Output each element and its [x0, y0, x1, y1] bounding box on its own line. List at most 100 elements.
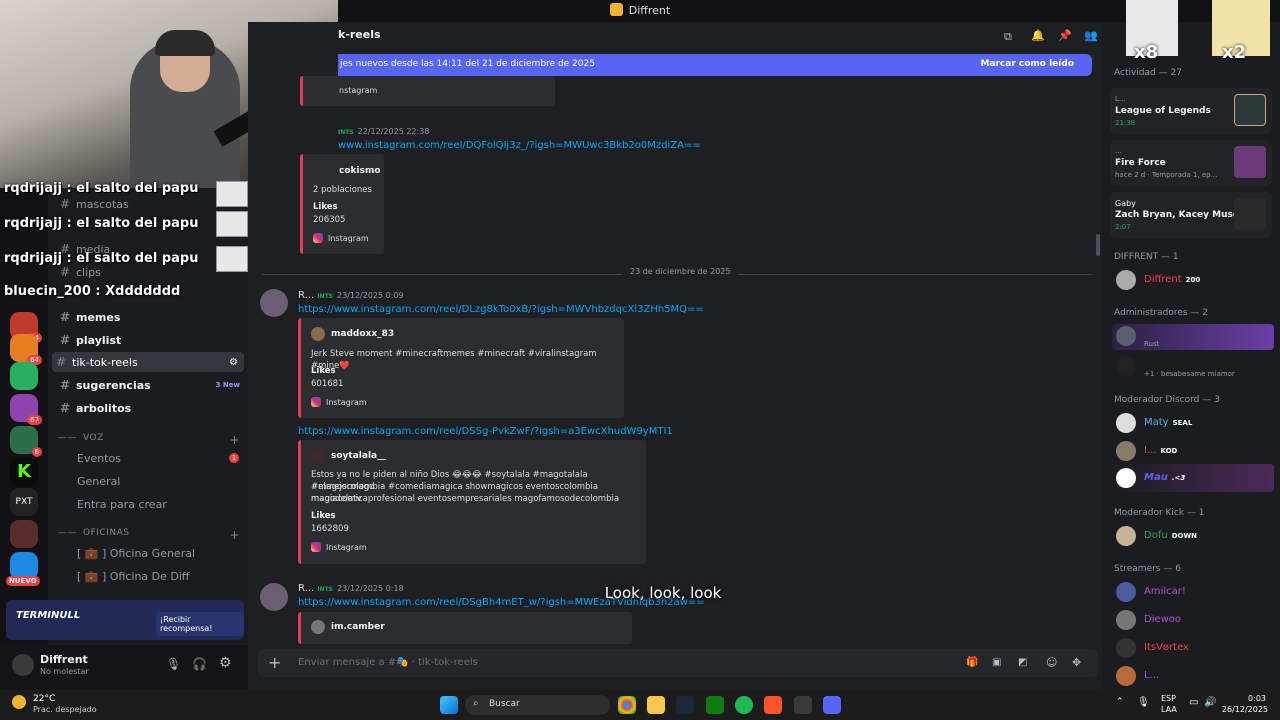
activity-user: ... — [1115, 147, 1122, 155]
hash-icon: # — [60, 378, 71, 392]
claim-reward-button[interactable]: ¡Recibir recompensa! — [156, 612, 244, 636]
member-item[interactable]: Rust — [1116, 326, 1276, 348]
settings-icon[interactable]: ⚙ — [219, 655, 232, 671]
member-name: Diffrent 200 — [1144, 274, 1201, 285]
embed-author-avatar — [311, 327, 325, 341]
add-channel-icon[interactable]: + — [229, 528, 240, 542]
activity-card[interactable]: ... Fire Force hace 2 d · Temporada 1, e… — [1110, 140, 1272, 186]
emoji-icon[interactable]: ☺ — [1046, 656, 1057, 669]
chevron-up-icon[interactable]: ⌃ — [1116, 697, 1124, 707]
member-item[interactable]: ItsVørtex — [1116, 638, 1276, 660]
avatar[interactable] — [260, 289, 288, 317]
member-item[interactable]: Mau .<3 — [1116, 468, 1276, 490]
sticker-icon[interactable]: ◩ — [1018, 657, 1027, 668]
file-explorer-icon[interactable] — [647, 696, 665, 714]
voice-category[interactable]: —— VOZ + — [58, 433, 240, 447]
hash-icon: # — [60, 310, 71, 324]
embed-field-name: Likes — [311, 511, 336, 521]
show-cover-icon — [1234, 146, 1266, 178]
scrollbar-thumb[interactable] — [1096, 234, 1100, 256]
network-icon[interactable]: ▭ — [1189, 697, 1198, 708]
member-badge: .<3 — [1171, 474, 1186, 482]
member-item[interactable]: Amilcar! — [1116, 582, 1276, 604]
pin-icon[interactable]: 📌 — [1058, 29, 1072, 42]
message-author[interactable]: R... — [298, 583, 314, 594]
bell-icon[interactable]: 🔔 — [1031, 29, 1045, 42]
message-link[interactable]: www.instagram.com/reel/DQFolQIj3z_/?igsh… — [338, 140, 701, 151]
apps-icon[interactable]: ✥ — [1072, 656, 1081, 669]
voice-channel-create[interactable]: Entra para crear — [77, 498, 167, 511]
search-box[interactable]: ⌕ Buscar — [465, 695, 610, 715]
message-author[interactable]: R... — [298, 290, 314, 301]
voice-channel-oficina-general[interactable]: [ 💼 ] Oficina General — [77, 547, 195, 560]
message-header: INTS 22/12/2025 22:38 — [338, 126, 429, 137]
language-indicator[interactable]: ESP — [1161, 694, 1176, 703]
weather-temp[interactable]: 22°C — [33, 694, 55, 704]
volume-icon[interactable]: 🔊 — [1204, 697, 1216, 708]
user-name[interactable]: Diffrent — [40, 653, 88, 666]
message-link[interactable]: https://www.instagram.com/reel/DLzg8kTo0… — [298, 304, 704, 315]
add-channel-icon[interactable]: + — [229, 433, 240, 447]
gif-icon[interactable]: ▣ — [992, 657, 1001, 668]
embed-author[interactable]: maddoxx_83 — [331, 329, 394, 339]
server-icon[interactable]: PXT — [10, 488, 38, 516]
message-input[interactable]: Enviar mensaje a #🎭 · tik-tok-reels — [298, 657, 478, 668]
app-icon[interactable] — [794, 696, 812, 714]
member-item[interactable]: Diffrent 200 — [1116, 270, 1276, 292]
channel-sugerencias[interactable]: # sugerencias 3 New — [56, 375, 244, 395]
member-item[interactable]: +1 · besabesame miamor — [1116, 356, 1276, 378]
offices-category[interactable]: —— OFICINAS + — [58, 528, 240, 542]
voice-channel-oficina-diff[interactable]: [ 💼 ] Oficina De Diff — [77, 570, 190, 583]
headphones-icon[interactable]: 🎧 — [192, 657, 207, 671]
member-status: Rust — [1144, 340, 1160, 348]
activity-card[interactable]: Gaby Zach Bryan, Kacey Musgra... 2:07 — [1110, 192, 1272, 238]
embed-field-name: Likes — [311, 366, 336, 376]
server-icon[interactable]: 6 — [10, 426, 42, 457]
embed-author[interactable]: im.camber — [331, 622, 385, 632]
member-item[interactable]: Dofu DOWN — [1116, 526, 1276, 548]
add-attachment-icon[interactable]: + — [268, 653, 281, 672]
avatar[interactable] — [12, 654, 34, 676]
settings-icon[interactable]: ⚙ — [229, 357, 238, 368]
threads-icon[interactable]: ⧉ — [1004, 30, 1012, 44]
microphone-icon[interactable]: 🎙 — [1137, 697, 1150, 708]
avatar[interactable] — [260, 583, 288, 611]
activity-card[interactable]: L... League of Legends 21:38 — [1110, 88, 1272, 134]
server-icon[interactable]: 64 — [10, 334, 42, 365]
server-icon[interactable] — [10, 362, 38, 390]
member-item[interactable]: L... — [1116, 666, 1276, 688]
members-icon[interactable]: 👥 — [1084, 29, 1098, 42]
steam-icon[interactable] — [676, 696, 694, 714]
channel-tik-tok-reels[interactable]: # tik-tok-reels ⚙ — [52, 352, 244, 372]
discord-icon[interactable] — [823, 696, 841, 714]
gift-icon[interactable]: 🎁 — [966, 657, 978, 668]
microphone-icon[interactable]: 🎙 — [166, 657, 181, 671]
new-messages-banner[interactable]: jes nuevos desde las 14:11 del 21 de dic… — [338, 54, 1092, 76]
member-item[interactable]: Diewoo — [1116, 610, 1276, 632]
date-divider-label: 23 de diciembre de 2025 — [622, 267, 739, 276]
member-name: Mau .<3 — [1144, 472, 1186, 483]
server-icon[interactable] — [10, 520, 38, 548]
embed-author[interactable]: soytalala__ — [331, 451, 386, 461]
stream-chat-message: rqdrijajj : el salto del papu — [4, 216, 199, 231]
voice-channel-eventos[interactable]: Eventos — [77, 452, 121, 465]
message-link[interactable]: https://www.instagram.com/reel/DSSg-PvkZ… — [298, 426, 673, 437]
weather-icon[interactable] — [12, 695, 26, 709]
start-icon[interactable] — [440, 696, 458, 714]
embed-field-value: 601681 — [311, 379, 344, 389]
embed-author[interactable]: cokismo — [339, 166, 381, 176]
voice-channel-general[interactable]: General — [77, 475, 120, 488]
chrome-icon[interactable] — [618, 696, 636, 714]
xbox-icon[interactable] — [706, 696, 724, 714]
member-item[interactable]: I... KOD — [1116, 441, 1276, 463]
server-icon[interactable]: 67 — [10, 394, 42, 425]
clock-time[interactable]: 0:03 — [1226, 694, 1266, 703]
member-badge: KOD — [1160, 447, 1178, 455]
message-composer[interactable]: + Enviar mensaje a #🎭 · tik-tok-reels 🎁 … — [258, 649, 1098, 677]
promo-banner[interactable]: TERMINULL ¡Recibir recompensa! — [6, 600, 244, 640]
mark-as-read-button[interactable]: Marcar como leído — [980, 59, 1074, 69]
member-item[interactable]: Maty SEAL — [1116, 413, 1276, 435]
kick-server-icon[interactable]: K — [10, 458, 38, 486]
brave-icon[interactable] — [764, 696, 782, 714]
spotify-icon[interactable] — [735, 696, 753, 714]
